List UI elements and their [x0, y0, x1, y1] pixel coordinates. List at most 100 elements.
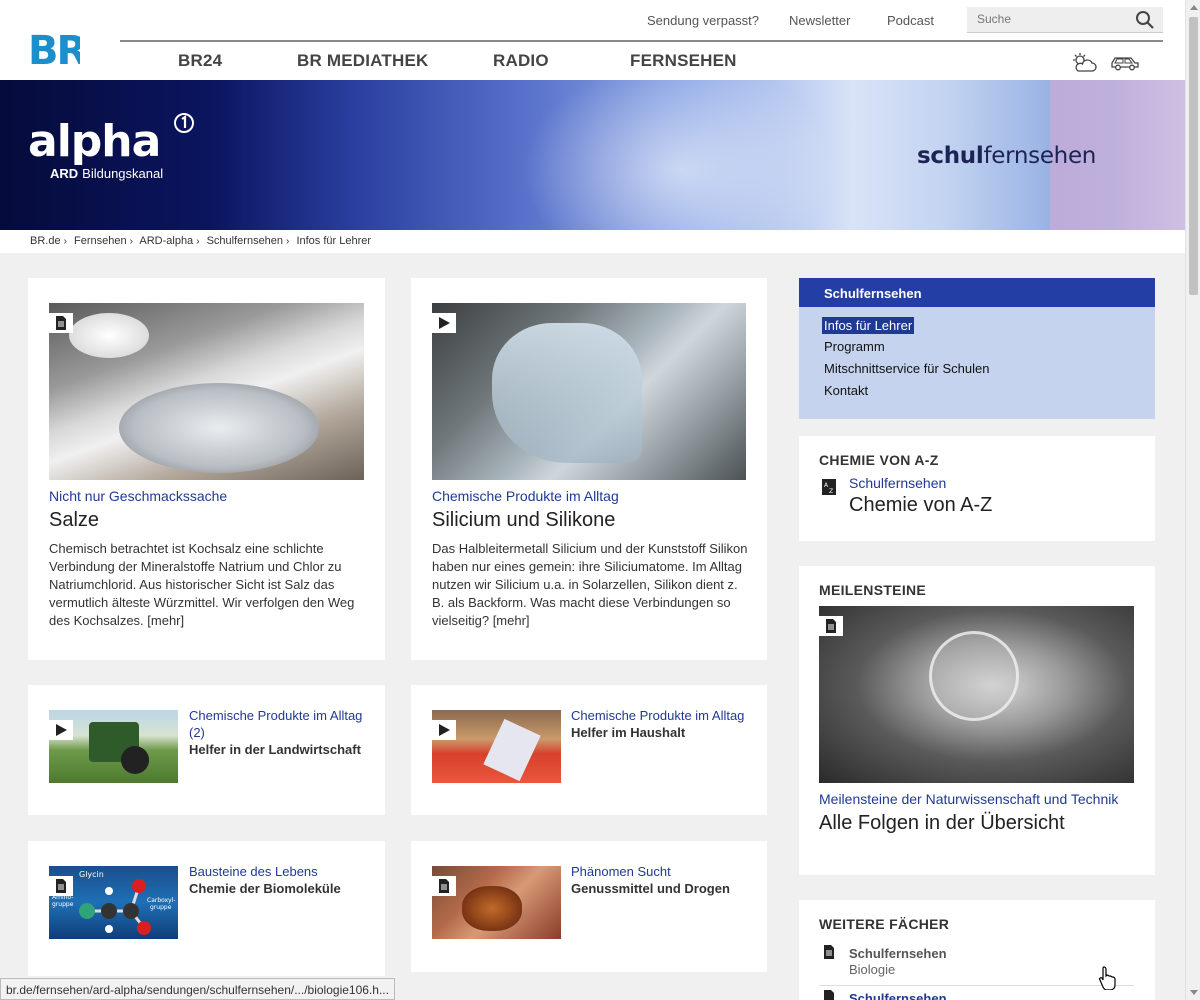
silicium-image[interactable] — [432, 303, 746, 480]
teaser-card-silicium[interactable]: Chemische Produkte im Alltag Silicium un… — [411, 278, 767, 660]
teaser-card-biomolekuele[interactable]: Glycin Amino- gruppe Carboxyl- gruppe Ba… — [28, 841, 385, 976]
schulfernsehen-banner: alpha ARD Bildungskanal schulfernsehen — [0, 80, 1185, 230]
alpha-bildungskanal-label: Bildungskanal — [82, 166, 164, 181]
nav-br-mediathek[interactable]: BR MEDIATHEK — [297, 51, 428, 71]
chemie-heading: CHEMIE VON A-Z — [819, 452, 939, 468]
silicium-kicker[interactable]: Chemische Produkte im Alltag — [432, 488, 750, 505]
video-badge — [432, 313, 456, 333]
document-icon — [439, 879, 449, 893]
chevron-right-icon: › — [196, 236, 200, 247]
teaser-card-landwirtschaft[interactable]: Chemische Produkte im Alltag (2) Helfer … — [28, 685, 385, 815]
document-icon — [56, 879, 66, 893]
menu-title[interactable]: Schulfernsehen — [799, 278, 1155, 307]
biomolekuele-title[interactable]: Chemie der Biomoleküle — [189, 880, 369, 897]
salze-title[interactable]: Salze — [49, 508, 367, 532]
teaser-card-haushalt[interactable]: Chemische Produkte im Alltag Helfer im H… — [411, 685, 767, 815]
scroll-up-arrow-icon[interactable] — [1190, 5, 1198, 10]
meilensteine-heading: MEILENSTEINE — [819, 582, 927, 598]
az-index-icon: A Z — [822, 479, 836, 495]
alpha-ard-label: ARD — [50, 166, 79, 181]
schulfernsehen-menu: Schulfernsehen Infos für Lehrer Programm… — [799, 278, 1155, 419]
hand-cursor-icon — [1099, 966, 1116, 990]
landwirtschaft-image[interactable] — [49, 710, 178, 783]
br-logo[interactable]: BR — [28, 27, 80, 69]
search-box — [967, 7, 1163, 33]
document-badge — [49, 876, 73, 896]
breadcrumb-ard-alpha[interactable]: ARD-alpha — [139, 235, 193, 247]
glycin-label: Glycin — [79, 870, 104, 879]
haushalt-kicker[interactable]: Chemische Produkte im Alltag — [571, 707, 751, 724]
svg-text:BR: BR — [28, 28, 80, 69]
page-scrollbar[interactable] — [1185, 0, 1200, 1000]
meilensteine-box: MEILENSTEINE Meilensteine der Naturwisse… — [799, 566, 1155, 875]
meilensteine-title[interactable]: Alle Folgen in der Übersicht — [819, 811, 1119, 835]
meilensteine-image[interactable] — [819, 606, 1134, 783]
chevron-right-icon: › — [129, 236, 133, 247]
menu-item-infos-lehrer[interactable]: Infos für Lehrer — [822, 317, 915, 334]
sucht-kicker[interactable]: Phänomen Sucht — [571, 863, 751, 880]
tractor-wheel — [121, 746, 149, 774]
landwirtschaft-kicker[interactable]: Chemische Produkte im Alltag (2) — [189, 707, 369, 741]
nav-radio[interactable]: RADIO — [493, 51, 549, 71]
nav-br24[interactable]: BR24 — [178, 51, 222, 71]
menu-item-programm[interactable]: Programm — [824, 339, 885, 354]
breadcrumb-infos-lehrer: Infos für Lehrer — [296, 235, 372, 247]
search-icon[interactable] — [1135, 10, 1155, 30]
salze-kicker[interactable]: Nicht nur Geschmackssache — [49, 488, 367, 505]
document-icon — [56, 316, 66, 330]
sucht-title[interactable]: Genussmittel und Drogen — [571, 880, 751, 897]
play-icon — [56, 724, 67, 736]
haushalt-title[interactable]: Helfer im Haushalt — [571, 724, 751, 741]
silicium-description: Das Halbleitermetall Silicium und der Ku… — [432, 541, 748, 628]
salze-image[interactable] — [49, 303, 364, 480]
weitere-item-sub: Biologie — [849, 962, 896, 977]
haushalt-image[interactable] — [432, 710, 561, 783]
document-icon — [826, 619, 836, 633]
amino-gruppe-label: gruppe — [52, 901, 74, 908]
menu-item-kontakt[interactable]: Kontakt — [824, 383, 868, 398]
breadcrumb-fernsehen[interactable]: Fernsehen — [74, 235, 127, 247]
weitere-item-2[interactable]: Schulfernsehen — [849, 991, 947, 1000]
teaser-card-salze[interactable]: Nicht nur Geschmackssache Salze Chemisch… — [28, 278, 385, 660]
link-sendung-verpasst[interactable]: Sendung verpasst? — [647, 13, 759, 28]
weitere-item-biologie[interactable]: Schulfernsehen Biologie — [849, 946, 947, 978]
link-podcast[interactable]: Podcast — [887, 13, 934, 28]
petri-dish-shape — [929, 631, 1019, 721]
search-input[interactable] — [967, 7, 1127, 31]
divider — [819, 985, 1134, 986]
weitere-item-kicker: Schulfernsehen — [849, 946, 947, 961]
silicium-title[interactable]: Silicium und Silikone — [432, 508, 750, 532]
breadcrumb-br[interactable]: BR.de — [30, 235, 61, 247]
nav-fernsehen[interactable]: FERNSEHEN — [630, 51, 737, 71]
ard-alpha-logo[interactable]: alpha ARD Bildungskanal — [28, 113, 194, 181]
meilensteine-kicker[interactable]: Meilensteine der Naturwissenschaft und T… — [819, 791, 1119, 808]
pot-shape — [119, 383, 319, 473]
biomolekuele-kicker[interactable]: Bausteine des Lebens — [189, 863, 369, 880]
alpha-wordmark: alpha — [28, 116, 161, 167]
landwirtschaft-title[interactable]: Helfer in der Landwirtschaft — [189, 741, 369, 758]
chemie-kicker[interactable]: Schulfernsehen — [849, 475, 992, 492]
menu-item-mitschnittservice[interactable]: Mitschnittservice für Schulen — [824, 361, 989, 376]
sucht-image[interactable] — [432, 866, 561, 939]
traffic-car-icon[interactable] — [1110, 55, 1140, 71]
document-badge — [819, 616, 843, 636]
scrollbar-thumb[interactable] — [1189, 17, 1198, 295]
document-icon — [824, 990, 834, 1000]
chevron-right-icon: › — [286, 236, 290, 247]
document-icon — [824, 945, 834, 959]
svg-text:Z: Z — [829, 488, 833, 495]
salze-description: Chemisch betrachtet ist Kochsalz eine sc… — [49, 541, 355, 628]
breadcrumb: BR.de › Fernsehen › ARD-alpha › Schulfernse… — [0, 230, 1185, 253]
scroll-down-arrow-icon[interactable] — [1190, 990, 1198, 995]
chemie-title[interactable]: Chemie von A-Z — [849, 493, 992, 517]
teaser-card-sucht[interactable]: Phänomen Sucht Genussmittel und Drogen — [411, 841, 767, 972]
document-badge — [49, 313, 73, 333]
nav-divider — [120, 40, 1163, 42]
link-newsletter[interactable]: Newsletter — [789, 13, 850, 28]
play-icon — [439, 724, 450, 736]
biomolekuele-image[interactable]: Glycin Amino- gruppe Carboxyl- gruppe — [49, 866, 178, 939]
glass-shape — [462, 886, 522, 931]
weather-icon[interactable] — [1070, 52, 1098, 74]
breadcrumb-schulfernsehen[interactable]: Schulfernsehen — [207, 235, 283, 247]
ard-one-icon — [174, 113, 194, 133]
